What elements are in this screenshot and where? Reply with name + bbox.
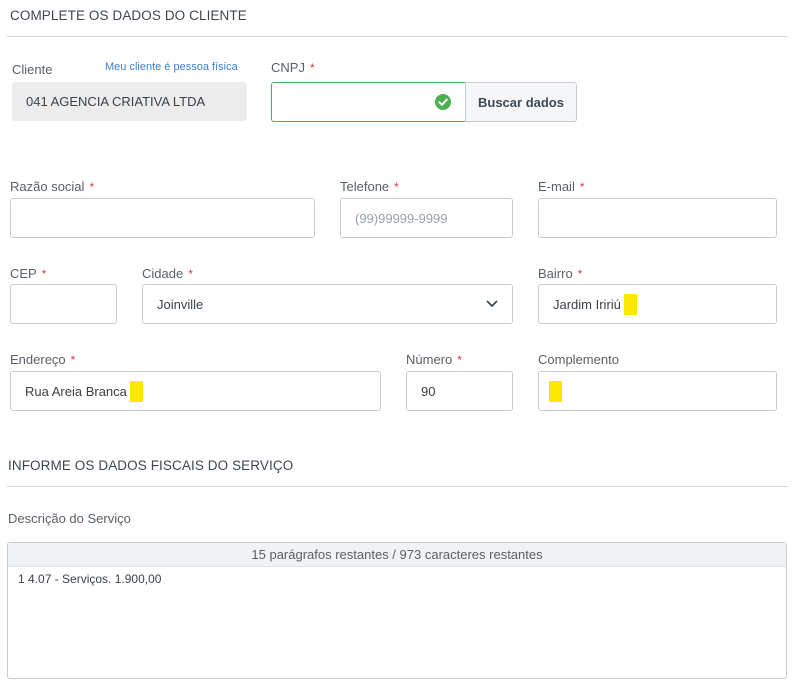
descricao-value: 1 4.07 - Serviços. 1.900,00 — [18, 572, 162, 586]
cidade-label-text: Cidade — [142, 266, 184, 281]
descricao-label: Descrição do Serviço — [8, 511, 131, 526]
razao-social-input[interactable] — [10, 198, 315, 238]
text-cursor-highlight — [129, 380, 143, 402]
required-marker: * — [70, 353, 76, 367]
complemento-label: Complemento — [538, 352, 619, 367]
cidade-label: Cidade * — [142, 266, 193, 281]
cep-input[interactable] — [10, 284, 117, 324]
chevron-down-icon — [486, 300, 498, 307]
telefone-label-text: Telefone — [340, 179, 390, 194]
endereco-input[interactable]: Rua Areia Branca — [10, 371, 381, 411]
text-cursor-highlight — [549, 380, 562, 402]
pessoa-fisica-link[interactable]: Meu cliente é pessoa física — [105, 61, 238, 73]
razao-social-label-text: Razão social — [10, 179, 85, 194]
numero-label: Número * — [406, 352, 462, 367]
cliente-value: 041 AGENCIA CRIATIVA LTDA — [26, 94, 206, 109]
bairro-input[interactable]: Jardim Iririú — [538, 284, 777, 324]
telefone-label: Telefone * — [340, 179, 399, 194]
descricao-textarea[interactable]: 15 parágrafos restantes / 973 caracteres… — [7, 542, 787, 679]
bairro-value: Jardim Iririú — [553, 296, 621, 312]
client-section-title: COMPLETE OS DADOS DO CLIENTE — [10, 8, 247, 23]
cidade-select[interactable]: Joinville — [142, 284, 513, 324]
razao-social-label: Razão social * — [10, 179, 94, 194]
cliente-label: Cliente — [12, 62, 53, 77]
telefone-input[interactable]: (99)99999-9999 — [340, 198, 513, 238]
cnpj-label: CNPJ * — [271, 60, 315, 75]
cnpj-label-text: CNPJ — [271, 60, 305, 75]
bairro-label: Bairro * — [538, 266, 582, 281]
cidade-value: Joinville — [157, 296, 204, 312]
section-divider — [7, 486, 788, 487]
email-label-text: E-mail — [538, 179, 575, 194]
required-marker: * — [188, 267, 193, 281]
required-marker: * — [89, 180, 95, 194]
char-counter: 15 parágrafos restantes / 973 caracteres… — [8, 543, 786, 567]
cliente-field: 041 AGENCIA CRIATIVA LTDA — [12, 82, 247, 121]
telefone-placeholder: (99)99999-9999 — [355, 210, 448, 226]
required-marker: * — [309, 61, 315, 75]
cep-label-text: CEP — [10, 266, 37, 281]
numero-input[interactable]: 90 — [406, 371, 513, 411]
bairro-label-text: Bairro — [538, 266, 573, 281]
numero-value: 90 — [421, 383, 436, 399]
email-label: E-mail * — [538, 179, 585, 194]
required-marker: * — [394, 180, 399, 194]
fiscal-section-title: INFORME OS DADOS FISCAIS DO SERVIÇO — [8, 458, 294, 473]
endereco-label: Endereço * — [10, 352, 75, 367]
required-marker: * — [579, 180, 585, 194]
endereco-label-text: Endereço — [10, 352, 66, 367]
section-divider — [7, 36, 788, 37]
required-marker: * — [577, 267, 583, 281]
required-marker: * — [457, 353, 462, 367]
complemento-input[interactable] — [538, 371, 777, 411]
endereco-value: Rua Areia Branca — [25, 383, 127, 399]
buscar-dados-button[interactable]: Buscar dados — [465, 82, 577, 122]
email-input[interactable] — [538, 198, 777, 238]
required-marker: * — [41, 267, 47, 281]
text-cursor-highlight — [623, 293, 637, 315]
valid-check-icon — [435, 94, 451, 110]
cep-label: CEP * — [10, 266, 46, 281]
numero-label-text: Número — [406, 352, 453, 367]
